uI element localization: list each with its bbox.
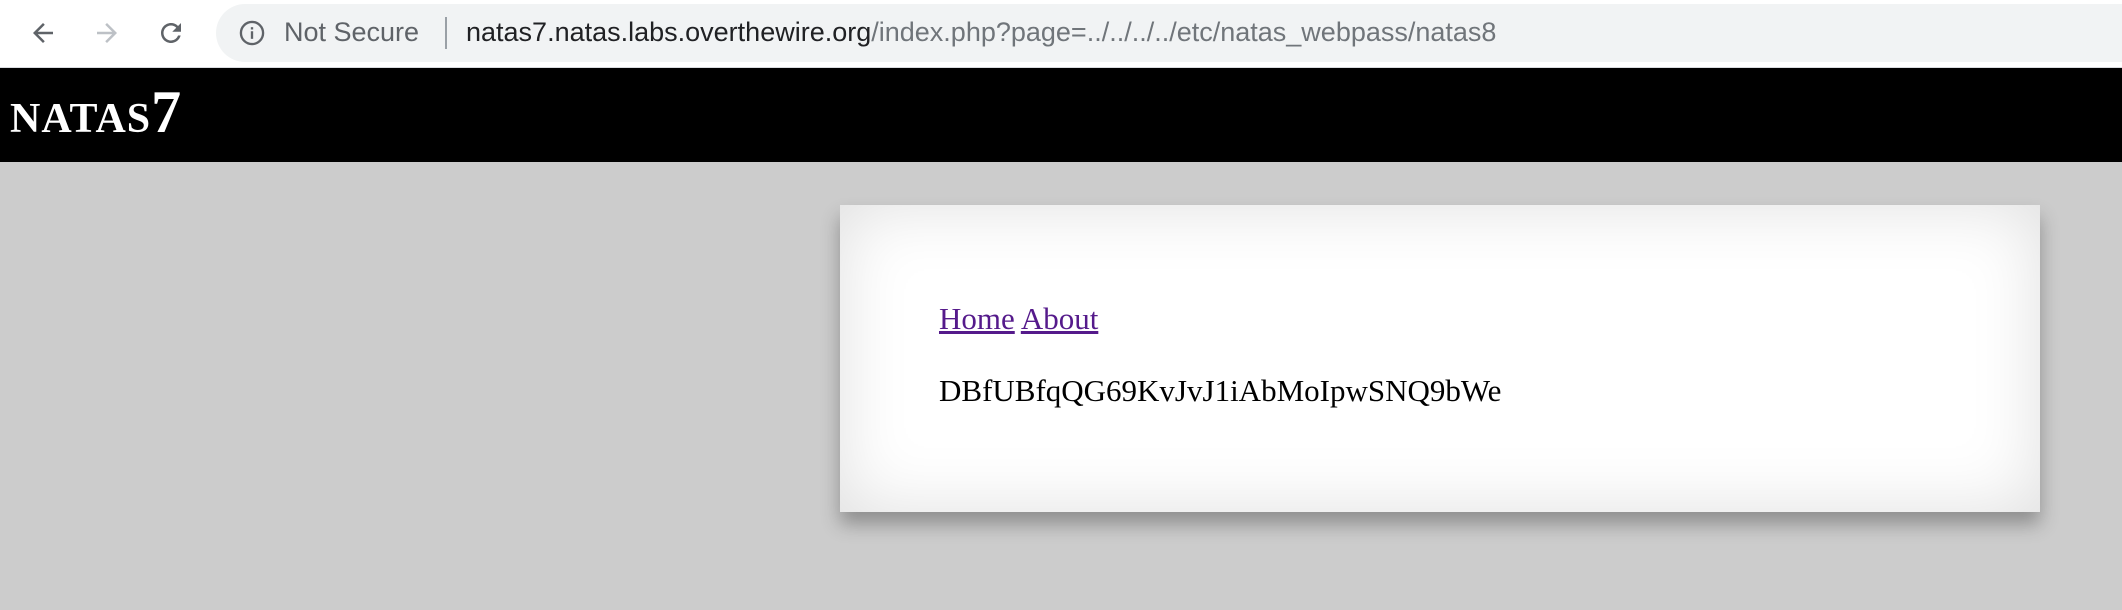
forward-arrow-icon: [97, 23, 117, 43]
url-path: /index.php?page=../../../../etc/natas_we…: [871, 17, 1497, 47]
reload-icon: [161, 23, 181, 43]
forward-button[interactable]: [84, 10, 130, 56]
content-nav: Home About: [939, 301, 1098, 337]
password-text: DBfUBfqQG69KvJvJ1iAbMoIpwSNQ9bWe: [939, 373, 1502, 408]
address-bar[interactable]: Not Secure natas7.natas.labs.overthewire…: [216, 4, 2122, 62]
info-icon[interactable]: [238, 19, 266, 47]
reload-button[interactable]: [148, 10, 194, 56]
about-link[interactable]: About: [1021, 301, 1099, 336]
content-panel: Home About DBfUBfqQG69KvJvJ1iAbMoIpwSNQ9…: [840, 205, 2040, 512]
back-arrow-icon: [33, 23, 53, 43]
security-status-label[interactable]: Not Secure: [284, 17, 419, 48]
back-button[interactable]: [20, 10, 66, 56]
home-link[interactable]: Home: [939, 301, 1015, 336]
page-title: natas7: [10, 79, 183, 145]
address-divider: [445, 17, 447, 49]
url-host: natas7.natas.labs.overthewire.org: [466, 17, 872, 47]
browser-toolbar: Not Secure natas7.natas.labs.overthewire…: [0, 0, 2122, 68]
url-text[interactable]: natas7.natas.labs.overthewire.org/index.…: [466, 17, 1496, 48]
site-header: natas7: [0, 68, 2122, 162]
